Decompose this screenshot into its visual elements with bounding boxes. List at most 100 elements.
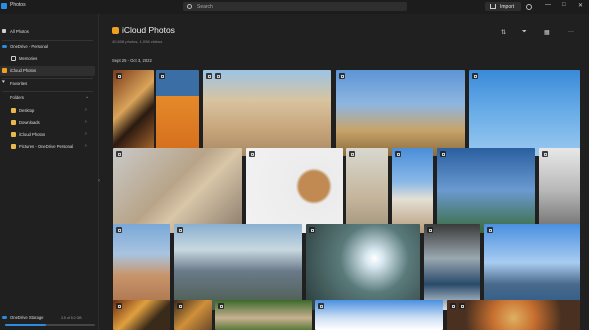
sidebar-item-icloud-folder[interactable]: iCloud Photos ›: [0, 130, 95, 140]
icloud-badge-icon: [206, 73, 212, 79]
photo-puppy-grass[interactable]: [215, 300, 312, 330]
sidebar-item-label: Desktop: [19, 108, 35, 113]
photo-grid: [100, 14, 589, 330]
onedrive-icon: [2, 45, 7, 48]
sidebar-item-onedrive[interactable]: OneDrive - Personal: [0, 42, 95, 52]
photo-ride-tower[interactable]: [469, 70, 580, 156]
chevron-right-icon[interactable]: ›: [85, 119, 87, 125]
icloud-badge-icon: [309, 227, 315, 233]
settings-icon[interactable]: [526, 4, 532, 10]
folder-icon: [11, 108, 16, 113]
photo-coast-waves[interactable]: [424, 224, 480, 310]
icloud-badge-icon: [116, 227, 122, 233]
photo-salad-plate[interactable]: [447, 300, 580, 330]
photo-desert-walker[interactable]: [113, 224, 170, 310]
storage-progress-fill: [5, 324, 46, 326]
icloud-badge-icon: [395, 151, 401, 157]
heart-icon: ♥: [2, 79, 5, 85]
import-icon: [490, 4, 496, 9]
import-button[interactable]: Import: [485, 2, 521, 11]
icloud-badge-icon: [339, 73, 345, 79]
sidebar-item-label: Favorites: [10, 81, 28, 86]
sidebar-item-pictures-onedrive[interactable]: Pictures - OneDrive Personal ›: [0, 142, 95, 152]
memories-icon: [11, 56, 16, 61]
photo-forest-sun[interactable]: [306, 224, 420, 310]
search-icon: [187, 4, 192, 9]
sidebar-item-label: Downloads: [19, 120, 40, 125]
main-content: iCloud Photos 40,608 photos, 1,098 video…: [100, 14, 589, 330]
photo-dog-road[interactable]: [346, 148, 388, 233]
icloud-badge-icon: [440, 151, 446, 157]
storage-value: 3.5 of 5.0 GB: [61, 315, 82, 320]
icloud-badge-icon: [218, 303, 224, 309]
icloud-badge-icon: [249, 151, 255, 157]
icloud-badge-icon: [116, 73, 122, 79]
photos-app-icon: [1, 3, 7, 9]
icloud-badge-icon: [215, 73, 221, 79]
photos-icon: [2, 29, 6, 33]
photo-puppy-chair[interactable]: [113, 148, 242, 233]
sidebar-item-all-photos[interactable]: All Photos: [0, 27, 95, 37]
icloud-badge-icon: [116, 151, 122, 157]
folders-label: Folders: [10, 95, 24, 100]
photo-beach-chairs[interactable]: [392, 148, 433, 233]
sidebar-item-downloads[interactable]: Downloads ›: [0, 118, 95, 128]
onedrive-icon: [2, 316, 7, 319]
search-placeholder: Search: [197, 3, 213, 10]
photo-cookies[interactable]: [174, 300, 212, 330]
sidebar-item-label: iCloud Photos: [10, 68, 37, 73]
sidebar-item-memories[interactable]: Memories: [0, 54, 95, 64]
photo-louvre-glass[interactable]: [539, 148, 580, 233]
icloud-badge-icon: [349, 151, 355, 157]
maximize-button[interactable]: □: [562, 2, 566, 8]
app-title: Photos: [10, 2, 26, 8]
chevron-down-icon[interactable]: ⌄: [85, 94, 89, 100]
chevron-right-icon[interactable]: ›: [85, 131, 87, 137]
photo-orange-wall[interactable]: [156, 70, 199, 156]
close-button[interactable]: ✕: [578, 2, 583, 9]
sidebar-item-label: OneDrive - Personal: [10, 44, 48, 49]
chevron-right-icon[interactable]: ›: [85, 143, 87, 149]
folder-icon: [11, 132, 16, 137]
icloud-badge-icon: [472, 73, 478, 79]
divider: [2, 91, 93, 92]
photo-lake-town[interactable]: [484, 224, 580, 310]
photo-food-bowls[interactable]: [113, 300, 170, 330]
onedrive-storage[interactable]: OneDrive Storage 3.5 of 5.0 GB: [0, 313, 95, 323]
sidebar-item-label: Memories: [19, 56, 38, 61]
folder-icon: [11, 144, 16, 149]
icloud-badge-icon: [177, 227, 183, 233]
sidebar-folders-header[interactable]: Folders ⌄: [0, 93, 95, 103]
minimize-button[interactable]: —: [545, 2, 551, 8]
divider: [2, 40, 93, 41]
sidebar-item-label: All Photos: [10, 29, 29, 34]
icloud-badge-icon: [459, 303, 465, 309]
photo-joshua-tree[interactable]: [336, 70, 465, 156]
icloud-badge-icon: [116, 303, 122, 309]
sidebar-item-label: Pictures - OneDrive Personal: [19, 144, 74, 149]
sidebar: All Photos OneDrive - Personal Memories …: [0, 14, 99, 330]
photo-sky-clouds[interactable]: [315, 300, 443, 330]
icloud-badge-icon: [427, 227, 433, 233]
sidebar-item-label: iCloud Photos: [19, 132, 46, 137]
search-box[interactable]: Search: [183, 2, 407, 11]
icloud-badge-icon: [450, 303, 456, 309]
chevron-right-icon[interactable]: ›: [85, 107, 87, 113]
sidebar-item-favorites[interactable]: ♥ Favorites: [0, 79, 95, 89]
photo-eiffel-tower[interactable]: [437, 148, 535, 233]
icloud-icon: [2, 68, 7, 73]
sidebar-item-desktop[interactable]: Desktop ›: [0, 106, 95, 116]
photo-food-plates[interactable]: [113, 70, 154, 156]
icloud-badge-icon: [177, 303, 183, 309]
import-label: Import: [500, 3, 515, 10]
storage-progress-bar: [5, 324, 95, 326]
photo-coffee-pastry[interactable]: [246, 148, 343, 233]
photo-desert-rocks[interactable]: [203, 70, 331, 156]
photo-city-mountains[interactable]: [174, 224, 302, 310]
sidebar-item-icloud-photos[interactable]: iCloud Photos: [0, 66, 95, 76]
icloud-badge-icon: [487, 227, 493, 233]
icloud-badge-icon: [318, 303, 324, 309]
folder-icon: [11, 120, 16, 125]
icloud-badge-icon: [542, 151, 548, 157]
storage-label: OneDrive Storage: [10, 315, 44, 320]
